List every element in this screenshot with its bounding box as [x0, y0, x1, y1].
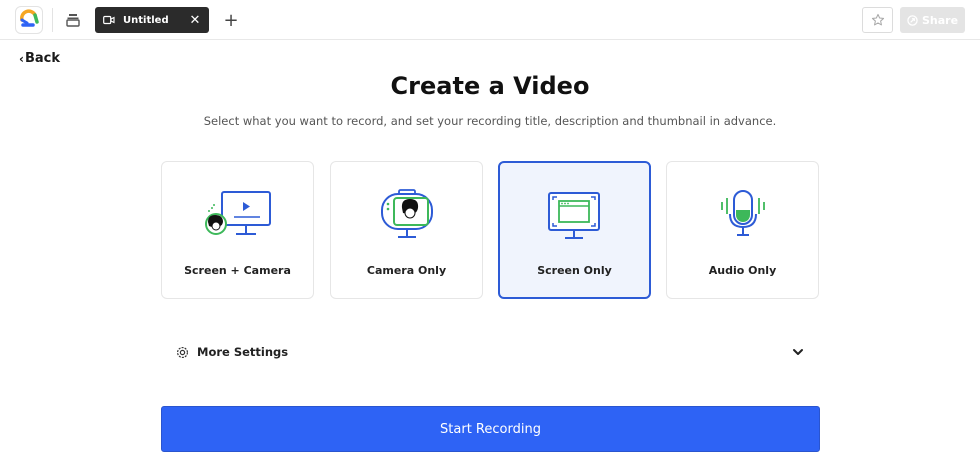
option-label: Camera Only: [366, 264, 447, 277]
back-label: Back: [24, 51, 60, 66]
microphone-icon: [667, 184, 818, 244]
option-label: Screen + Camera: [184, 264, 291, 277]
option-screen-only[interactable]: Screen Only: [498, 161, 651, 299]
add-tab-button[interactable]: +: [221, 9, 241, 31]
more-settings-label: More Settings: [197, 345, 289, 359]
top-bar: Untitled ✕ + Share: [0, 0, 980, 40]
library-icon: [66, 14, 80, 27]
tab-title: Untitled: [123, 14, 169, 26]
star-icon: [871, 13, 884, 26]
screen-only-icon: [500, 185, 649, 245]
chevron-left-icon: ‹: [19, 51, 24, 66]
recording-mode-options: Screen + Camera Camera Only Screen Only …: [161, 161, 819, 299]
video-camera-icon: [103, 15, 115, 25]
page-title: Create a Video: [390, 72, 590, 100]
option-label: Audio Only: [708, 264, 777, 277]
app-logo[interactable]: [15, 6, 43, 34]
page-subtitle: Select what you want to record, and set …: [203, 114, 777, 128]
option-screen-camera[interactable]: Screen + Camera: [161, 161, 314, 299]
more-settings-toggle[interactable]: More Settings: [161, 336, 819, 368]
gear-icon: [175, 345, 189, 359]
share-button[interactable]: Share: [900, 7, 965, 33]
share-label: Share: [921, 13, 959, 27]
camera-only-icon: [331, 184, 482, 244]
back-link[interactable]: ‹ Back: [19, 51, 60, 66]
close-icon[interactable]: ✕: [187, 12, 203, 28]
divider: [52, 8, 53, 32]
favorite-button[interactable]: [862, 7, 893, 33]
tab-untitled[interactable]: Untitled ✕: [95, 7, 209, 33]
screen-camera-icon: [162, 184, 313, 244]
logo-icon: [20, 9, 39, 27]
option-audio-only[interactable]: Audio Only: [666, 161, 819, 299]
option-camera-only[interactable]: Camera Only: [330, 161, 483, 299]
library-button[interactable]: [62, 9, 84, 31]
option-label: Screen Only: [537, 264, 612, 277]
chevron-down-icon[interactable]: [791, 345, 805, 359]
share-icon: [907, 14, 918, 26]
start-recording-button[interactable]: Start Recording: [161, 406, 820, 452]
